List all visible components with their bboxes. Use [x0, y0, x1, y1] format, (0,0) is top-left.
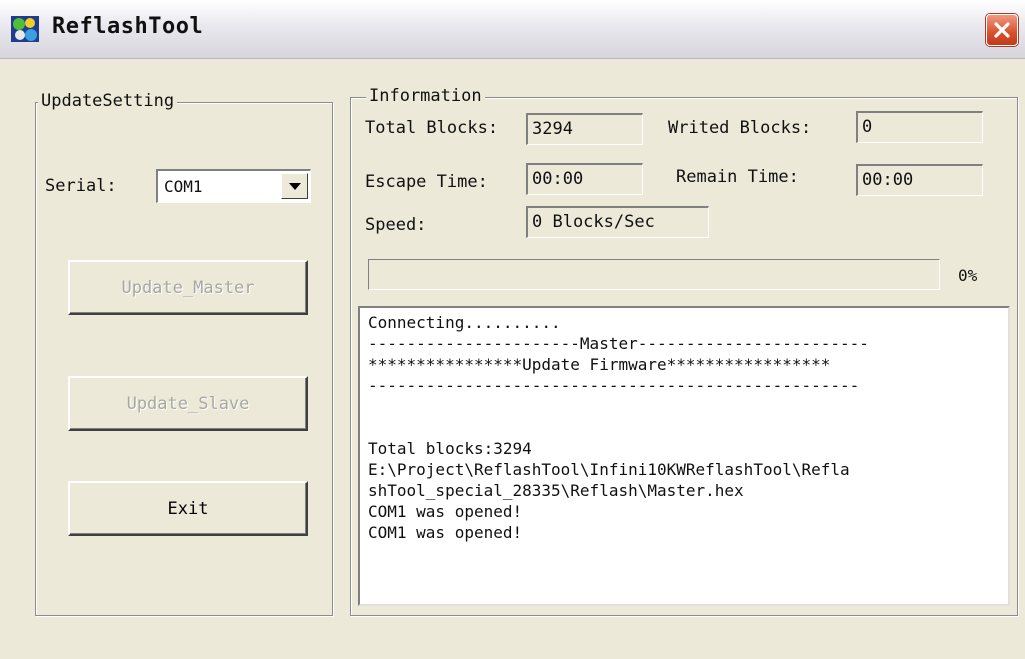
progress-bar — [368, 259, 940, 290]
log-line: ****************Update Firmware*********… — [368, 355, 831, 374]
speed-label: Speed: — [365, 215, 427, 235]
serial-label: Serial: — [45, 176, 117, 196]
log-line: COM1 was opened! — [368, 523, 523, 542]
information-label: Information — [366, 86, 485, 106]
close-button[interactable] — [986, 14, 1018, 46]
speed-field: 0 Blocks/Sec — [526, 206, 709, 238]
log-line: ----------------------Master------------… — [368, 334, 869, 353]
update-master-button[interactable]: Update_Master — [68, 260, 308, 315]
reflash-app-icon — [11, 16, 39, 42]
log-line: ----------------------------------------… — [368, 376, 860, 395]
update-setting-label: UpdateSetting — [38, 91, 178, 111]
total-blocks-field: 3294 — [526, 113, 643, 145]
escape-time-label: Escape Time: — [365, 172, 488, 192]
escape-time-field: 00:00 — [526, 163, 643, 195]
exit-button[interactable]: Exit — [68, 481, 308, 536]
close-icon — [994, 22, 1010, 38]
window-title: ReflashTool — [52, 14, 204, 39]
serial-port-value: COM1 — [164, 177, 203, 196]
progress-percent: 0% — [958, 266, 978, 285]
writed-blocks-label: Writed Blocks: — [668, 118, 812, 138]
log-output[interactable]: Connecting.......... --------------------… — [358, 306, 1010, 606]
remain-time-field: 00:00 — [856, 164, 983, 196]
chevron-down-icon[interactable] — [281, 173, 308, 199]
serial-port-select[interactable]: COM1 — [156, 169, 311, 203]
log-line: Connecting.......... — [368, 313, 561, 332]
log-line: shTool_special_28335\Reflash\Master.hex — [368, 481, 744, 500]
log-line: COM1 was opened! — [368, 502, 523, 521]
log-line: E:\Project\ReflashTool\Infini10KWReflash… — [368, 460, 850, 479]
total-blocks-label: Total Blocks: — [365, 118, 499, 138]
remain-time-label: Remain Time: — [676, 167, 799, 187]
title-bar[interactable]: ReflashTool — [0, 0, 1025, 59]
writed-blocks-field: 0 — [856, 111, 983, 143]
log-line: Total blocks:3294 — [368, 439, 532, 458]
reflashtool-window: ReflashTool UpdateSetting Serial: COM1 U… — [0, 0, 1025, 659]
update-slave-button[interactable]: Update_Slave — [68, 376, 308, 431]
